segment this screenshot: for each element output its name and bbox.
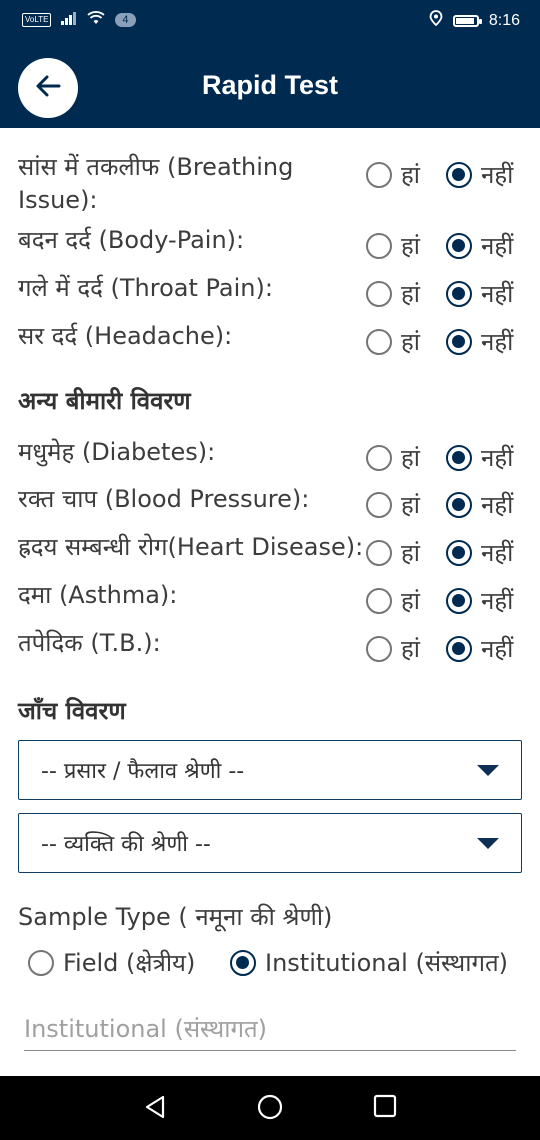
- yes-option[interactable]: हां: [366, 536, 420, 569]
- symptom-label: सर दर्द (Headache):: [18, 322, 233, 350]
- institution-input[interactable]: Institutional (संस्थागत): [24, 1012, 516, 1051]
- chevron-down-icon: [477, 765, 499, 776]
- radio-button-selected[interactable]: [446, 328, 472, 355]
- wifi-icon: [87, 11, 106, 28]
- recents-nav-icon[interactable]: [373, 1094, 397, 1122]
- no-option[interactable]: नहीं: [446, 158, 513, 191]
- yes-option[interactable]: हां: [366, 488, 420, 521]
- battery-icon: [452, 14, 482, 27]
- illness-label: मधुमेह (Diabetes):: [18, 438, 216, 466]
- yes-option[interactable]: हां: [366, 229, 420, 262]
- radio-button[interactable]: [366, 539, 392, 566]
- sample-type-label: Sample Type ( नमूना की श्रेणी): [18, 903, 333, 931]
- institutional-option-label: Institutional (संस्थागत): [265, 949, 509, 977]
- location-icon: [429, 10, 443, 31]
- no-option[interactable]: नहीं: [446, 441, 513, 474]
- back-nav-icon[interactable]: [143, 1094, 167, 1124]
- illness-label: ह्रदय सम्बन्धी रोग(Heart Disease):: [18, 533, 364, 561]
- yes-label: हां: [401, 280, 420, 308]
- radio-button[interactable]: [366, 444, 392, 471]
- status-bar: VoLTE 4 8:16: [0, 0, 540, 44]
- radio-button-selected[interactable]: [446, 587, 472, 614]
- no-label: नहीं: [481, 587, 514, 615]
- no-option[interactable]: नहीं: [446, 584, 513, 617]
- person-category-dropdown[interactable]: -- व्यक्ति की श्रेणी --: [18, 813, 522, 873]
- no-option[interactable]: नहीं: [446, 488, 513, 521]
- radio-button-selected[interactable]: [446, 444, 472, 471]
- signal-icon: [61, 11, 77, 28]
- app-bar: Rapid Test: [0, 44, 540, 128]
- radio-button-selected[interactable]: [230, 949, 256, 976]
- dropdown-value: -- व्यक्ति की श्रेणी --: [41, 832, 211, 857]
- illness-label: तपेदिक (T.B.):: [18, 629, 161, 657]
- yes-option[interactable]: हां: [366, 441, 420, 474]
- no-option[interactable]: नहीं: [446, 632, 513, 665]
- radio-button[interactable]: [366, 280, 392, 307]
- no-option[interactable]: नहीं: [446, 277, 513, 310]
- page-title: Rapid Test: [201, 70, 338, 100]
- radio-button[interactable]: [366, 491, 392, 518]
- yes-label: हां: [401, 161, 420, 189]
- input-placeholder: Institutional (संस्थागत): [24, 1015, 268, 1043]
- yes-option[interactable]: हां: [366, 325, 420, 358]
- dropdown-value: -- प्रसार / फैलाव श्रेणी --: [41, 759, 245, 784]
- yes-label: हां: [401, 635, 420, 663]
- yes-label: हां: [401, 491, 420, 519]
- no-label: नहीं: [481, 444, 514, 472]
- sample-type-field-option[interactable]: Field (क्षेत्रीय): [28, 946, 195, 979]
- field-option-label: Field (क्षेत्रीय): [63, 949, 196, 977]
- symptom-label: सांस में तकलीफ (Breathing: [18, 153, 294, 181]
- radio-button[interactable]: [366, 635, 392, 662]
- no-option[interactable]: नहीं: [446, 325, 513, 358]
- radio-button[interactable]: [28, 949, 54, 976]
- no-label: नहीं: [481, 491, 514, 519]
- chevron-down-icon: [477, 838, 499, 849]
- system-nav-bar: [0, 1076, 540, 1140]
- no-label: नहीं: [481, 539, 514, 567]
- no-option[interactable]: नहीं: [446, 536, 513, 569]
- yes-label: हां: [401, 328, 420, 356]
- home-nav-icon[interactable]: [257, 1094, 283, 1124]
- symptom-label: बदन दर्द (Body-Pain):: [18, 226, 245, 254]
- illness-label: रक्त चाप (Blood Pressure):: [18, 485, 310, 513]
- radio-button[interactable]: [366, 587, 392, 614]
- radio-button[interactable]: [366, 328, 392, 355]
- yes-option[interactable]: हां: [366, 158, 420, 191]
- volte-indicator: VoLTE: [22, 12, 52, 27]
- no-label: नहीं: [481, 161, 514, 189]
- yes-label: हां: [401, 587, 420, 615]
- notification-count-badge: 4: [115, 12, 136, 27]
- symptom-label: गले में दर्द (Throat Pain):: [18, 274, 273, 302]
- symptom-label-line2: Issue):: [18, 186, 98, 214]
- radio-button-selected[interactable]: [446, 539, 472, 566]
- radio-button-selected[interactable]: [446, 280, 472, 307]
- radio-button[interactable]: [366, 161, 392, 188]
- no-option[interactable]: नहीं: [446, 229, 513, 262]
- radio-button-selected[interactable]: [446, 232, 472, 259]
- yes-label: हां: [401, 539, 420, 567]
- radio-button-selected[interactable]: [446, 161, 472, 188]
- other-illness-heading: अन्य बीमारी विवरण: [18, 387, 191, 415]
- illness-label: दमा (Asthma):: [18, 581, 178, 609]
- radio-button[interactable]: [366, 232, 392, 259]
- clock: 8:16: [488, 11, 520, 29]
- no-label: नहीं: [481, 328, 514, 356]
- radio-button-selected[interactable]: [446, 491, 472, 518]
- radio-button-selected[interactable]: [446, 635, 472, 662]
- sample-type-institutional-option[interactable]: Institutional (संस्थागत): [230, 946, 508, 979]
- yes-option[interactable]: हां: [366, 277, 420, 310]
- yes-label: हां: [401, 444, 420, 472]
- test-details-heading: जाँच विवरण: [18, 697, 126, 725]
- yes-option[interactable]: हां: [366, 632, 420, 665]
- no-label: नहीं: [481, 280, 514, 308]
- no-label: नहीं: [481, 232, 514, 260]
- yes-option[interactable]: हां: [366, 584, 420, 617]
- no-label: नहीं: [481, 635, 514, 663]
- yes-label: हां: [401, 232, 420, 260]
- spread-category-dropdown[interactable]: -- प्रसार / फैलाव श्रेणी --: [18, 740, 522, 800]
